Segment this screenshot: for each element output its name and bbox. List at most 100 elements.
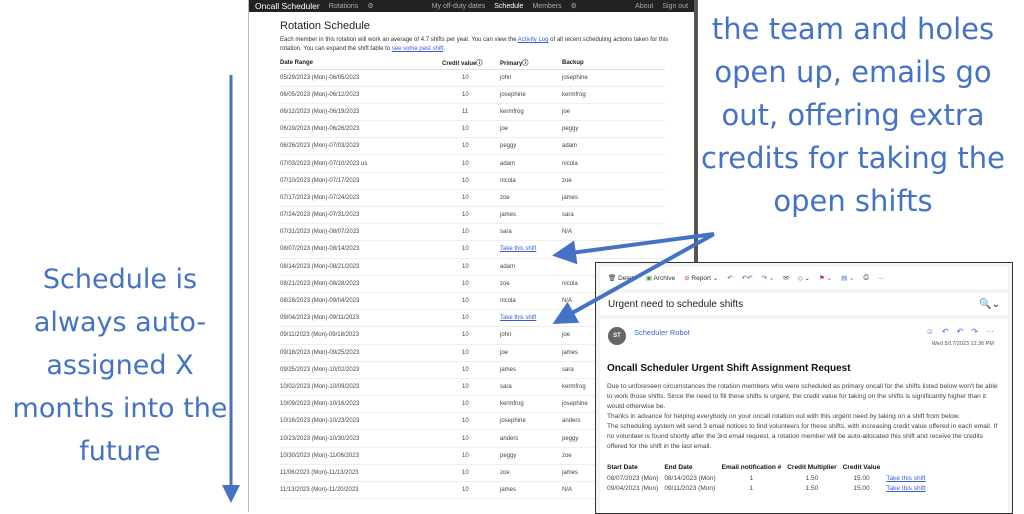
flag-icon[interactable]: ⚑ ⌄ [819, 274, 832, 282]
date-range: 06/12/2023 (Mon)-06/19/2023 [280, 103, 442, 122]
forward-icon[interactable]: ↷ ⌄ [762, 274, 775, 282]
credit-value: 10 [442, 464, 500, 483]
date-range: 07/10/2023 (Mon)-07/17/2023 [280, 172, 442, 190]
take-shift-link[interactable]: Take this shift [886, 483, 931, 493]
col-backup: Backup [562, 57, 665, 70]
email-shift-row: 09/04/2023 (Mon) 09/11/2023 (Mon) 1 1.50 15.… [607, 483, 932, 493]
date-range: 07/17/2023 (Mon)-07/24/2023 [280, 189, 442, 208]
date-range: 07/24/2023 (Mon)-07/31/2023 [280, 206, 442, 225]
backup: james [562, 189, 665, 208]
primary: joe [500, 344, 562, 362]
credit-value: 10 [442, 481, 500, 500]
date-range: 07/03/2023 (Mon)-07/10/2023 us [280, 154, 442, 173]
table-row: 07/31/2023 (Mon)-08/07/2023 10 sara N/A [280, 223, 665, 242]
backup: josephine [562, 69, 665, 87]
email-cell: 1.50 [805, 484, 819, 492]
email-message: ST Scheduler Robot ☺ ↶ ↶ ↷ ··· Wed 5/17/… [600, 319, 1008, 513]
email-sender[interactable]: Scheduler Robot [634, 328, 690, 337]
tag-icon[interactable]: ◇ ⌄ [798, 274, 810, 282]
credit-value: 10 [442, 412, 500, 431]
credit-value: 10 [442, 429, 500, 448]
primary: zoe [500, 275, 562, 293]
take-shift-link[interactable]: Take this shift [500, 240, 562, 259]
primary: josephine [500, 86, 562, 104]
email-subject: Urgent need to schedule shifts [608, 298, 744, 310]
primary: james [500, 481, 562, 500]
zoom-icon[interactable]: 🔍⌄ [979, 299, 1000, 310]
table-row: 05/29/2023 (Mon)-06/05/2023 10 john josephi… [280, 69, 665, 87]
more-icon[interactable]: ··· [878, 275, 885, 282]
delete-button[interactable]: 🗑 Delete [608, 274, 637, 282]
backup: peggy [562, 120, 665, 139]
page-title: Rotation Schedule [280, 20, 370, 32]
nav-offduty[interactable]: My off-duty dates [432, 3, 486, 10]
reply-all-icon[interactable]: ↶ [957, 327, 964, 336]
reply-icon[interactable]: ↶ [942, 327, 949, 336]
report-button[interactable]: ⊘ Report ⌄ [684, 274, 718, 282]
more-icon[interactable]: ··· [986, 327, 994, 336]
primary: joe [500, 120, 562, 139]
credit-value: 10 [442, 240, 500, 259]
date-range: 05/29/2023 (Mon)-06/05/2023 [280, 69, 442, 87]
primary: john [500, 69, 562, 87]
col-end: End Date [664, 464, 693, 471]
nav-rotations[interactable]: Rotations [329, 3, 359, 10]
read-icon[interactable]: ✉ [783, 274, 788, 282]
email-cell: 15.00 [853, 474, 870, 482]
email-subject-bar: Urgent need to schedule shifts 🔍⌄ [600, 293, 1008, 315]
date-range: 07/31/2023 (Mon)-08/07/2023 [280, 223, 442, 242]
archive-button[interactable]: ▣ Archive [646, 274, 675, 282]
email-shift-row: 08/07/2023 (Mon) 08/14/2023 (Mon) 1 1.50 15.… [607, 473, 932, 483]
past-shifts-link[interactable]: see some past shift [392, 46, 444, 52]
credit-value: 10 [442, 258, 500, 276]
brand[interactable]: Oncall Scheduler [255, 1, 320, 11]
email-window: 🗑 Delete ▣ Archive ⊘ Report ⌄ ↶ ↶↶ ↷ ⌄ ✉… [595, 262, 1013, 514]
credit-value: 10 [442, 137, 500, 156]
message-actions: ☺ ↶ ↶ ↷ ··· [926, 327, 994, 336]
email-cell: 1 [749, 484, 754, 492]
reply-icon[interactable]: ↶ [727, 274, 732, 282]
backup: kermfrog [562, 86, 665, 104]
credit-value: 10 [442, 206, 500, 225]
primary: adam [500, 154, 562, 173]
gear-icon[interactable]: ⚙ [367, 2, 373, 10]
emoji-icon[interactable]: ☺ [926, 327, 934, 336]
table-row: 06/05/2023 (Mon)-06/12/2023 10 josephine ke… [280, 86, 665, 104]
email-paragraph: The scheduling system will send 3 email … [607, 423, 998, 450]
primary: sara [500, 378, 562, 397]
gear-icon[interactable]: ⚙ [571, 2, 577, 10]
date-range: 10/30/2023 (Mon)-11/06/2023 [280, 447, 442, 465]
email-toolbar: 🗑 Delete ▣ Archive ⊘ Report ⌄ ↶ ↶↶ ↷ ⌄ ✉… [600, 267, 1008, 289]
credit-value: 10 [442, 154, 500, 173]
date-range: 08/21/2023 (Mon)-08/28/2023 [280, 275, 442, 293]
primary: james [500, 206, 562, 225]
primary: james [500, 361, 562, 379]
take-shift-link[interactable]: Take this shift [500, 309, 562, 328]
table-row: 07/24/2023 (Mon)-07/31/2023 10 james sara [280, 206, 665, 225]
nav-members[interactable]: Members [532, 3, 561, 10]
email-paragraph: Due to unforeseen circumstances the rota… [607, 383, 998, 410]
credit-value: 10 [442, 395, 500, 414]
primary: peggy [500, 137, 562, 156]
date-range: 10/02/2023 (Mon)-10/09/2023 [280, 378, 442, 397]
forward-icon[interactable]: ↷ [971, 327, 978, 336]
date-range: 06/26/2023 (Mon)-07/03/2023 [280, 137, 442, 156]
email-heading: Oncall Scheduler Urgent Shift Assignment… [607, 363, 851, 374]
nav-about[interactable]: About [635, 3, 653, 10]
primary: john [500, 326, 562, 345]
credit-value: 10 [442, 326, 500, 345]
primary: kermfrog [500, 103, 562, 122]
credit-value: 11 [442, 103, 500, 122]
nav-signout[interactable]: Sign out [662, 3, 688, 10]
table-row: 06/12/2023 (Mon)-06/19/2023 11 kermfrog joe [280, 103, 665, 122]
col-mult: Credit Multiplier [787, 464, 837, 471]
table-row: 08/07/2023 (Mon)-08/14/2023 10 Take this s… [280, 240, 665, 259]
activity-log-link[interactable]: Activity Log [518, 37, 549, 43]
print-icon[interactable]: ⎙ [863, 274, 868, 282]
reply-all-icon[interactable]: ↶↶ [742, 274, 753, 282]
col-credit: Credit valueⓘ [442, 57, 500, 70]
move-icon[interactable]: ▤ ⌄ [841, 274, 854, 282]
nav-schedule[interactable]: Schedule [494, 3, 523, 10]
credit-value: 10 [442, 69, 500, 87]
take-shift-link[interactable]: Take this shift [886, 473, 931, 483]
